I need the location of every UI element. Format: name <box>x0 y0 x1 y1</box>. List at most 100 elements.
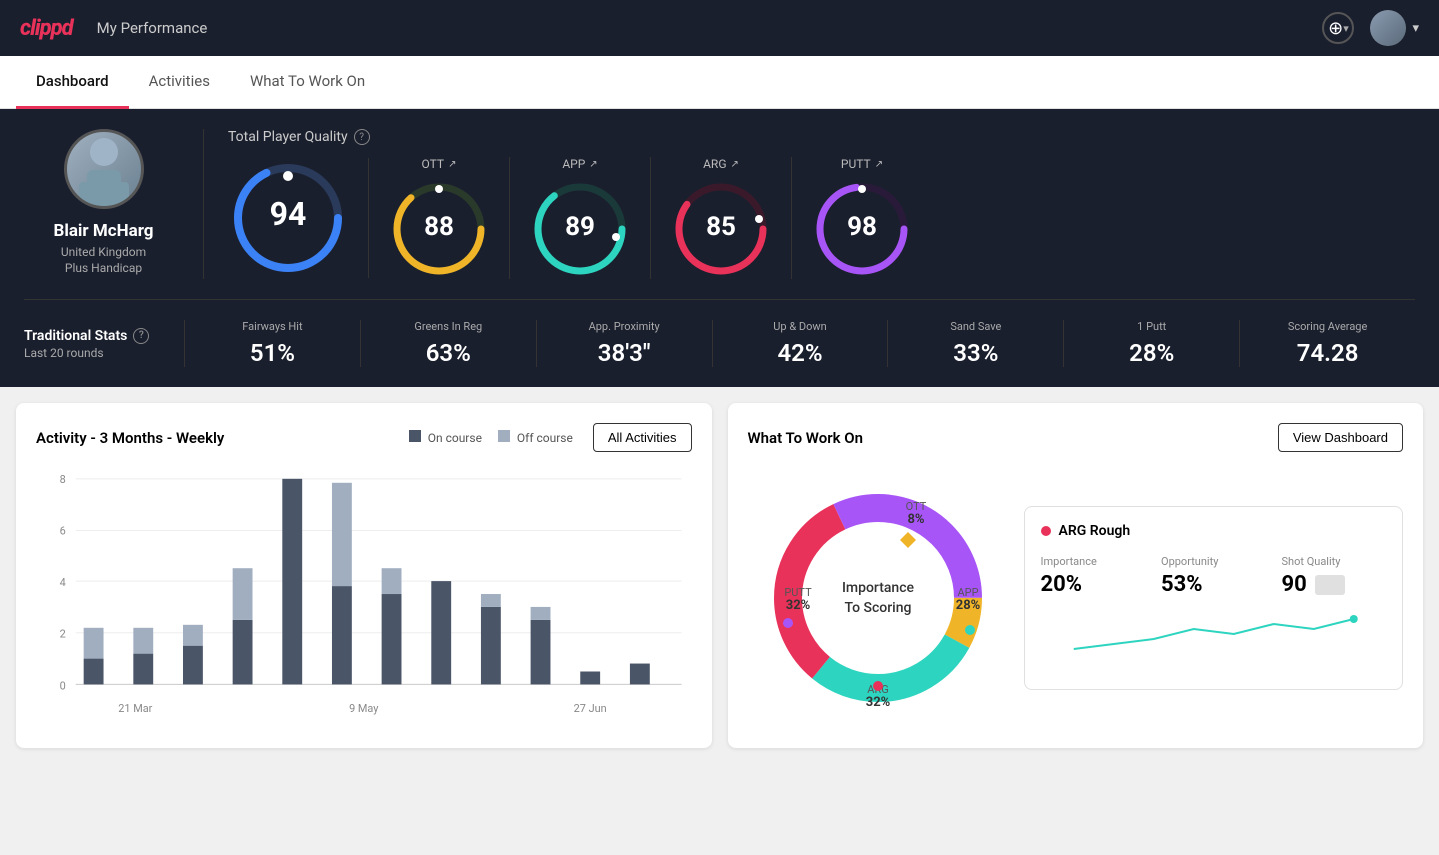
trad-help-icon[interactable]: ? <box>133 328 149 344</box>
work-title: What To Work On <box>748 429 864 447</box>
gauge-putt-arrow: ↗ <box>875 159 883 170</box>
bar-3-off <box>183 625 203 646</box>
gauges: 94 OTT ↗ 88 <box>228 157 1415 279</box>
gauge-ott-arrow: ↗ <box>448 159 456 170</box>
bar-6-on <box>332 586 352 684</box>
info-card-title-text: ARG Rough <box>1059 523 1131 539</box>
shot-quality-label: Shot Quality <box>1282 555 1387 568</box>
svg-text:28%: 28% <box>955 598 980 613</box>
gauge-ott-svg: 88 <box>389 179 489 279</box>
donut-chart: Importance To Scoring OTT 8% APP 28% ARG <box>748 468 1008 728</box>
stat-scoring-average: Scoring Average 74.28 <box>1239 320 1415 367</box>
player-country: United Kingdom <box>61 245 146 259</box>
info-card-title: ARG Rough <box>1041 523 1387 539</box>
chart-legend: On course Off course <box>409 430 573 445</box>
main-gauge-svg: 94 <box>228 158 348 278</box>
player-name: Blair McHarg <box>53 221 153 241</box>
user-menu[interactable]: ▾ <box>1370 10 1419 46</box>
legend-off-course-dot <box>498 430 510 442</box>
chevron-down-icon: ▾ <box>1343 22 1349 35</box>
player-handicap: Plus Handicap <box>65 261 142 275</box>
importance-value: 20% <box>1041 572 1146 597</box>
stat-up-and-down: Up & Down 42% <box>712 320 888 367</box>
gauge-arg-svg: 85 <box>671 179 771 279</box>
gauge-app-arrow: ↗ <box>589 159 597 170</box>
legend-on-course-dot <box>409 430 421 442</box>
svg-text:27 Jun: 27 Jun <box>574 702 607 715</box>
stat-app-proximity-value: 38'3" <box>553 339 696 367</box>
stat-greens-in-reg-label: Greens In Reg <box>377 320 520 333</box>
bar-4-off <box>233 568 253 620</box>
bar-1-off <box>84 628 104 659</box>
svg-text:32%: 32% <box>865 695 890 710</box>
svg-text:0: 0 <box>60 679 66 692</box>
legend-on-course: On course <box>409 430 482 445</box>
stat-sand-save: Sand Save 33% <box>887 320 1063 367</box>
stat-sand-save-label: Sand Save <box>904 320 1047 333</box>
work-content: Importance To Scoring OTT 8% APP 28% ARG <box>748 468 1404 728</box>
stat-app-proximity-label: App. Proximity <box>553 320 696 333</box>
donut-svg: Importance To Scoring OTT 8% APP 28% ARG <box>748 468 1008 728</box>
tab-dashboard[interactable]: Dashboard <box>16 56 129 109</box>
stat-fairways-hit-label: Fairways Hit <box>201 320 344 333</box>
bar-7-off <box>382 568 402 594</box>
header: clippd My Performance ⊕ ▾ ▾ <box>0 0 1439 56</box>
svg-text:89: 89 <box>565 212 595 242</box>
add-button[interactable]: ⊕ ▾ <box>1322 12 1354 44</box>
stats-section: Blair McHarg United Kingdom Plus Handica… <box>0 109 1439 387</box>
svg-text:32%: 32% <box>785 598 810 613</box>
nav-tabs: Dashboard Activities What To Work On <box>0 56 1439 109</box>
gauge-app-svg: 89 <box>530 179 630 279</box>
chart-header: Activity - 3 Months - Weekly On course O… <box>36 423 692 452</box>
trad-stats-title: Traditional Stats ? <box>24 328 184 344</box>
stat-fairways-hit-value: 51% <box>201 339 344 367</box>
svg-text:8%: 8% <box>907 512 924 527</box>
bar-12-on <box>630 664 650 685</box>
all-activities-button[interactable]: All Activities <box>593 423 692 452</box>
gauge-arg-label: ARG ↗ <box>703 157 739 171</box>
shot-quality-bar <box>1315 575 1345 595</box>
info-metric-importance: Importance 20% <box>1041 555 1146 597</box>
stat-greens-in-reg-value: 63% <box>377 339 520 367</box>
svg-text:Importance: Importance <box>841 580 914 596</box>
bar-9-on <box>481 607 501 684</box>
view-dashboard-button[interactable]: View Dashboard <box>1278 423 1403 452</box>
tab-activities[interactable]: Activities <box>129 56 230 109</box>
info-metric-shot-quality: Shot Quality 90 <box>1282 555 1387 597</box>
activity-chart-svg: 8 6 4 2 0 <box>36 468 692 728</box>
gauge-putt-svg: 98 <box>812 179 912 279</box>
opportunity-value: 53% <box>1161 572 1266 597</box>
stat-up-down-value: 42% <box>729 339 872 367</box>
svg-text:To Scoring: To Scoring <box>844 600 911 616</box>
help-icon[interactable]: ? <box>354 129 370 145</box>
svg-text:4: 4 <box>60 576 66 589</box>
stat-one-putt: 1 Putt 28% <box>1063 320 1239 367</box>
opportunity-label: Opportunity <box>1161 555 1266 568</box>
user-chevron-icon: ▾ <box>1412 21 1419 36</box>
stat-app-proximity: App. Proximity 38'3" <box>536 320 712 367</box>
tab-what-to-work-on[interactable]: What To Work On <box>230 56 385 109</box>
stats-top: Blair McHarg United Kingdom Plus Handica… <box>24 129 1415 279</box>
info-card-dot <box>1041 526 1051 536</box>
bar-3-on <box>183 646 203 685</box>
info-metric-opportunity: Opportunity 53% <box>1161 555 1266 597</box>
bottom-section: Activity - 3 Months - Weekly On course O… <box>0 387 1439 764</box>
bar-10-off <box>531 607 551 620</box>
legend-off-course: Off course <box>498 430 573 445</box>
activity-chart-card: Activity - 3 Months - Weekly On course O… <box>16 403 712 748</box>
player-avatar <box>64 129 144 209</box>
chart-area: 8 6 4 2 0 <box>36 468 692 728</box>
work-header: What To Work On View Dashboard <box>748 423 1404 452</box>
bar-4-on <box>233 620 253 685</box>
main-gauge: 94 <box>228 158 369 278</box>
player-avatar-image <box>69 132 139 206</box>
bar-9-off <box>481 594 501 607</box>
gauge-arg: ARG ↗ 85 <box>651 157 792 279</box>
plus-icon: ⊕ <box>1328 18 1343 39</box>
svg-text:94: 94 <box>270 195 307 233</box>
bar-7-on <box>382 594 402 684</box>
svg-text:9 May: 9 May <box>349 702 379 715</box>
what-to-work-on-card: What To Work On View Dashboard Importanc <box>728 403 1424 748</box>
avatar-image <box>1370 10 1406 46</box>
stat-one-putt-label: 1 Putt <box>1080 320 1223 333</box>
